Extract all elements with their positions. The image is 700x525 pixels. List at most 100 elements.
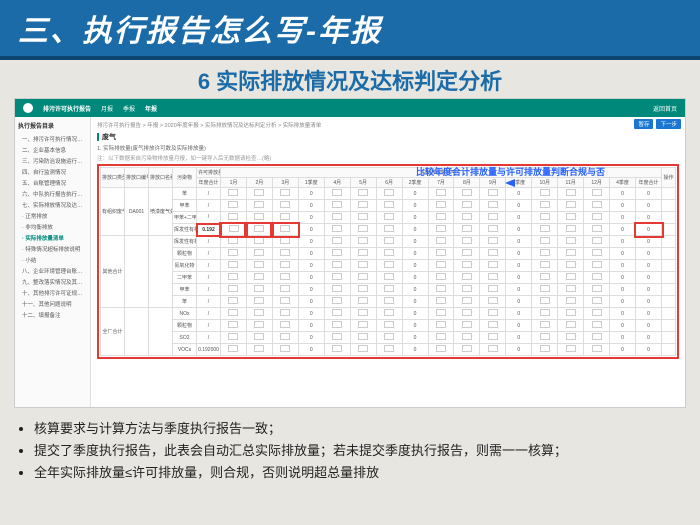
value-input[interactable]: [592, 273, 602, 280]
value-input[interactable]: [462, 237, 472, 244]
value-input[interactable]: [540, 333, 550, 340]
sidebar-item[interactable]: · 小结: [18, 254, 87, 265]
value-input[interactable]: [384, 345, 394, 352]
value-input[interactable]: [436, 225, 446, 232]
value-input[interactable]: [488, 261, 498, 268]
value-input[interactable]: [228, 297, 238, 304]
sidebar-item[interactable]: 七、实际排放情况及达标判定分析: [18, 199, 87, 210]
value-input[interactable]: [332, 189, 342, 196]
sidebar-item[interactable]: · 非均衡排放: [18, 221, 87, 232]
value-input[interactable]: [228, 249, 238, 256]
value-input[interactable]: [332, 249, 342, 256]
value-input[interactable]: [358, 249, 368, 256]
value-input[interactable]: [280, 225, 290, 232]
value-input[interactable]: [358, 201, 368, 208]
value-input[interactable]: [332, 297, 342, 304]
value-input[interactable]: [280, 201, 290, 208]
value-input[interactable]: [592, 297, 602, 304]
value-input[interactable]: [358, 273, 368, 280]
value-input[interactable]: [332, 285, 342, 292]
value-input[interactable]: [592, 345, 602, 352]
value-input[interactable]: [228, 237, 238, 244]
value-input[interactable]: [280, 345, 290, 352]
value-input[interactable]: [462, 333, 472, 340]
value-input[interactable]: [332, 237, 342, 244]
value-input[interactable]: [228, 345, 238, 352]
value-input[interactable]: [592, 237, 602, 244]
sidebar-item[interactable]: 一、排污许可执行情况汇总表: [18, 133, 87, 144]
sidebar-item[interactable]: 十一、其他问题说明: [18, 298, 87, 309]
value-input[interactable]: [254, 333, 264, 340]
value-input[interactable]: [280, 237, 290, 244]
value-input[interactable]: [566, 189, 576, 196]
value-input[interactable]: [462, 213, 472, 220]
sidebar-item[interactable]: · 特殊情况超标排放说明: [18, 243, 87, 254]
value-input[interactable]: [462, 261, 472, 268]
value-input[interactable]: [462, 201, 472, 208]
value-input[interactable]: [254, 309, 264, 316]
value-input[interactable]: [436, 309, 446, 316]
value-input[interactable]: [384, 261, 394, 268]
value-input[interactable]: [592, 189, 602, 196]
value-input[interactable]: [384, 309, 394, 316]
value-input[interactable]: [566, 225, 576, 232]
value-input[interactable]: [436, 321, 446, 328]
value-input[interactable]: [592, 321, 602, 328]
value-input[interactable]: [566, 261, 576, 268]
nav-year[interactable]: 年报: [145, 104, 157, 113]
value-input[interactable]: [436, 249, 446, 256]
value-input[interactable]: [384, 273, 394, 280]
value-input[interactable]: [462, 345, 472, 352]
value-input[interactable]: [566, 309, 576, 316]
value-input[interactable]: [254, 189, 264, 196]
value-input[interactable]: [332, 213, 342, 220]
value-input[interactable]: [254, 237, 264, 244]
value-input[interactable]: [229, 225, 239, 232]
value-input[interactable]: [228, 261, 238, 268]
value-input[interactable]: [384, 225, 394, 232]
value-input[interactable]: [488, 333, 498, 340]
value-input[interactable]: [592, 201, 602, 208]
value-input[interactable]: [280, 297, 290, 304]
value-input[interactable]: [436, 201, 446, 208]
value-input[interactable]: [254, 321, 264, 328]
value-input[interactable]: [462, 249, 472, 256]
value-input[interactable]: [566, 237, 576, 244]
sidebar-item[interactable]: 三、污染防治设施运行情况: [18, 155, 87, 166]
value-input[interactable]: [228, 189, 238, 196]
value-input[interactable]: [228, 201, 238, 208]
value-input[interactable]: [358, 237, 368, 244]
value-input[interactable]: [540, 261, 550, 268]
value-input[interactable]: [228, 333, 238, 340]
value-input[interactable]: [436, 333, 446, 340]
value-input[interactable]: [332, 321, 342, 328]
value-input[interactable]: [462, 189, 472, 196]
value-input[interactable]: [358, 345, 368, 352]
value-input[interactable]: [566, 249, 576, 256]
value-input[interactable]: [540, 297, 550, 304]
value-input[interactable]: [540, 249, 550, 256]
value-input[interactable]: [384, 249, 394, 256]
value-input[interactable]: [254, 225, 264, 232]
value-input[interactable]: [254, 249, 264, 256]
value-input[interactable]: [540, 225, 550, 232]
value-input[interactable]: [332, 261, 342, 268]
nav-month[interactable]: 月报: [101, 104, 113, 113]
value-input[interactable]: [436, 213, 446, 220]
value-input[interactable]: [540, 201, 550, 208]
value-input[interactable]: [462, 285, 472, 292]
value-input[interactable]: [566, 333, 576, 340]
value-input[interactable]: [488, 321, 498, 328]
value-input[interactable]: [436, 237, 446, 244]
value-input[interactable]: [566, 297, 576, 304]
value-input[interactable]: [436, 189, 446, 196]
value-input[interactable]: [540, 189, 550, 196]
value-input[interactable]: [436, 285, 446, 292]
sidebar-item[interactable]: 十、其他排污许可证规定的内容执行…: [18, 287, 87, 298]
value-input[interactable]: [228, 213, 238, 220]
value-input[interactable]: [592, 249, 602, 256]
value-input[interactable]: [540, 273, 550, 280]
value-input[interactable]: [566, 345, 576, 352]
value-input[interactable]: [540, 321, 550, 328]
value-input[interactable]: [254, 297, 264, 304]
